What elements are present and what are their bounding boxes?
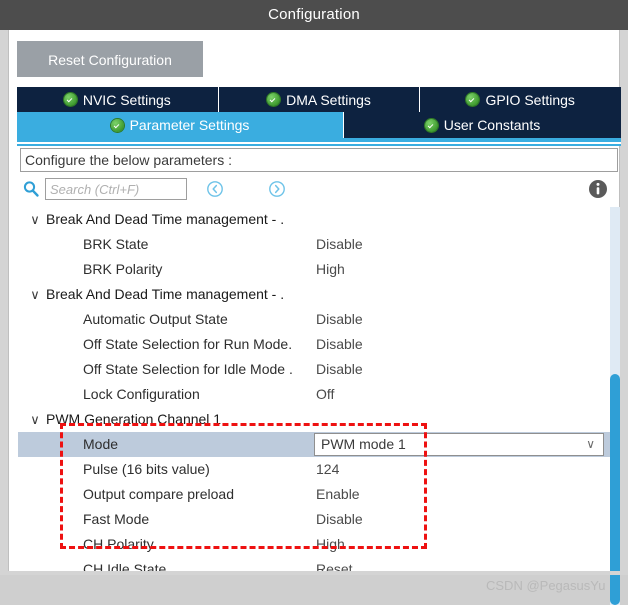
- mode-dropdown[interactable]: PWM mode 1 ∨: [314, 433, 604, 456]
- tree-param-row[interactable]: Off State Selection for Run Mode. Disabl…: [18, 332, 610, 357]
- param-label: Off State Selection for Idle Mode .: [83, 361, 293, 377]
- right-frame-strip: [620, 30, 628, 575]
- chevron-down-icon[interactable]: ∨: [28, 282, 42, 307]
- tab-nvic-settings[interactable]: NVIC Settings: [17, 87, 219, 112]
- chevron-left-circle-icon[interactable]: [206, 180, 224, 198]
- info-icon[interactable]: [587, 178, 609, 200]
- tab-underline-secondary: [17, 144, 621, 146]
- tree-param-row[interactable]: BRK State Disable: [18, 232, 610, 257]
- tab-gpio-settings[interactable]: GPIO Settings: [420, 87, 622, 112]
- tab-dma-settings[interactable]: DMA Settings: [218, 87, 421, 112]
- chevron-right-circle-icon[interactable]: [268, 180, 286, 198]
- tab-row-secondary: Parameter Settings User Constants: [17, 112, 621, 138]
- param-value[interactable]: High: [316, 532, 345, 557]
- param-value[interactable]: 124: [316, 457, 339, 482]
- tree-param-row[interactable]: Output compare preload Enable: [18, 482, 610, 507]
- tab-label: User Constants: [443, 117, 541, 133]
- param-label: Mode: [83, 436, 119, 452]
- tab-label: NVIC Settings: [82, 91, 171, 108]
- window-title: Configuration: [0, 0, 628, 30]
- check-circle-icon: [267, 93, 281, 106]
- param-value[interactable]: High: [316, 257, 345, 282]
- bottom-frame-strip: [0, 571, 628, 575]
- tree-param-row[interactable]: Fast Mode Disable: [18, 507, 610, 532]
- tree-group-row[interactable]: ∨ Break And Dead Time management - .: [18, 282, 610, 307]
- param-value[interactable]: Off: [316, 382, 334, 407]
- check-circle-icon: [466, 93, 480, 106]
- tree-group-label: Break And Dead Time management - .: [46, 211, 285, 227]
- check-circle-icon: [63, 93, 77, 106]
- tree-group-row[interactable]: ∨ Break And Dead Time management - .: [18, 207, 610, 232]
- check-circle-icon: [110, 118, 124, 132]
- configuration-panel: Reset Configuration NVIC Settings DMA Se…: [8, 30, 622, 605]
- tree-group-label: PWM Generation Channel 1: [46, 411, 222, 427]
- param-value[interactable]: Disable: [316, 357, 363, 382]
- tab-label: DMA Settings: [286, 91, 371, 108]
- param-value[interactable]: Disable: [316, 232, 363, 257]
- tree-param-row[interactable]: BRK Polarity High: [18, 257, 610, 282]
- param-label: Output compare preload: [83, 486, 234, 502]
- tree-group-row[interactable]: ∨ PWM Generation Channel 1: [18, 407, 610, 432]
- param-label: Lock Configuration: [83, 386, 200, 402]
- left-frame-strip: [0, 30, 8, 575]
- chevron-down-icon[interactable]: ∨: [28, 207, 42, 232]
- tree-param-row-mode[interactable]: Mode PWM mode 1 ∨: [18, 432, 610, 457]
- tab-row-primary: NVIC Settings DMA Settings GPIO Settings: [17, 87, 622, 112]
- param-label: Automatic Output State: [83, 311, 228, 327]
- param-label: Off State Selection for Run Mode.: [83, 336, 293, 352]
- tree-param-row[interactable]: Lock Configuration Off: [18, 382, 610, 407]
- param-label: BRK State: [83, 236, 149, 252]
- chevron-down-icon: ∨: [586, 437, 595, 451]
- param-label: CH Polarity: [83, 536, 154, 552]
- tab-label: Parameter Settings: [129, 117, 250, 133]
- chevron-down-icon[interactable]: ∨: [28, 407, 42, 432]
- tab-parameter-settings[interactable]: Parameter Settings: [17, 112, 344, 138]
- parameter-tree[interactable]: ∨ Break And Dead Time management - . BRK…: [18, 207, 610, 573]
- param-value[interactable]: Disable: [316, 507, 363, 532]
- tree-param-row[interactable]: CH Polarity High: [18, 532, 610, 557]
- tree-param-row[interactable]: Automatic Output State Disable: [18, 307, 610, 332]
- param-value[interactable]: Disable: [316, 307, 363, 332]
- param-label: BRK Polarity: [83, 261, 163, 277]
- tree-param-row[interactable]: Off State Selection for Idle Mode . Disa…: [18, 357, 610, 382]
- tab-label: GPIO Settings: [485, 91, 575, 108]
- configure-parameters-header: Configure the below parameters :: [20, 148, 618, 172]
- param-label: Fast Mode: [83, 511, 150, 527]
- param-label: Pulse (16 bits value): [83, 461, 210, 477]
- search-input[interactable]: [45, 178, 187, 200]
- check-circle-icon: [424, 118, 438, 132]
- reset-configuration-button[interactable]: Reset Configuration: [18, 42, 202, 76]
- tab-user-constants[interactable]: User Constants: [344, 112, 621, 138]
- search-toolbar: [20, 176, 618, 204]
- tree-param-row[interactable]: Pulse (16 bits value) 124: [18, 457, 610, 482]
- param-value[interactable]: Enable: [316, 482, 360, 507]
- configuration-window: Configuration Reset Configuration NVIC S…: [0, 0, 628, 605]
- tree-group-label: Break And Dead Time management - .: [46, 286, 285, 302]
- param-value[interactable]: Disable: [316, 332, 363, 357]
- search-icon: [22, 180, 40, 198]
- mode-dropdown-value: PWM mode 1: [321, 436, 406, 452]
- watermark: CSDN @PegasusYu: [486, 578, 606, 593]
